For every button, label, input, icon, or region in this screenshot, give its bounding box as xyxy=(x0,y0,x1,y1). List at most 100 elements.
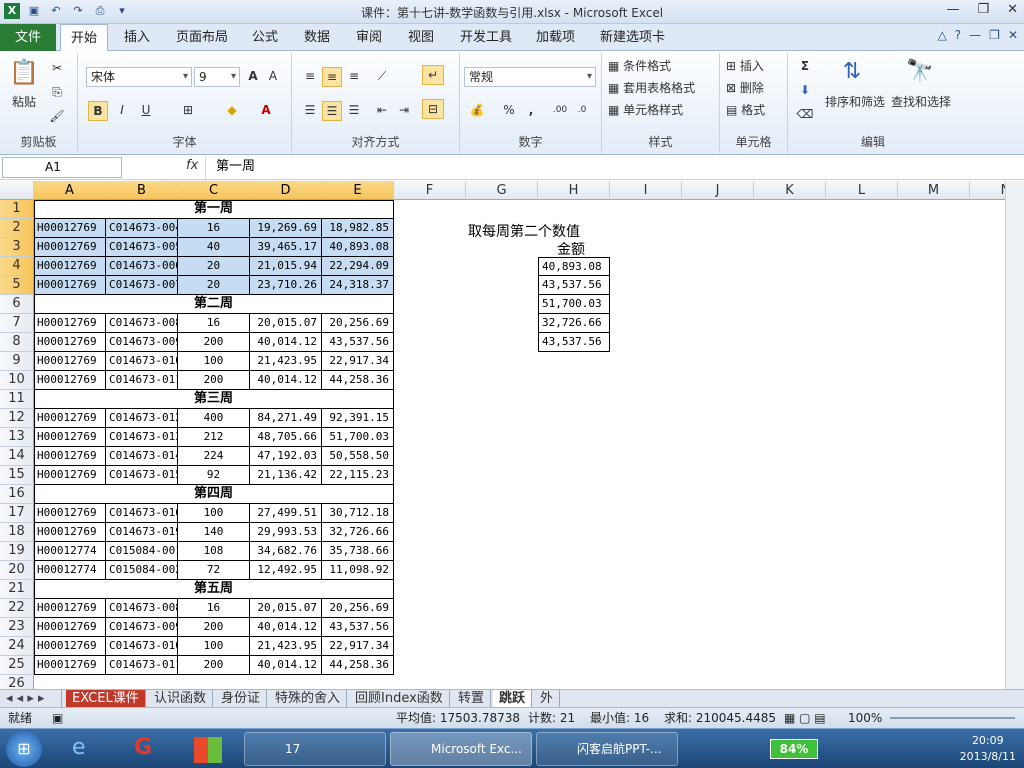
data-cell[interactable]: H00012774 xyxy=(34,542,106,561)
data-cell[interactable]: 100 xyxy=(178,637,250,656)
data-cell[interactable]: 92,391.15 xyxy=(322,409,394,428)
data-cell[interactable]: 20,256.69 xyxy=(322,314,394,333)
data-cell[interactable]: C014673-016 xyxy=(106,504,178,523)
data-cell[interactable]: C014673-015 xyxy=(106,466,178,485)
close-workbook-icon[interactable]: ✕ xyxy=(1008,28,1018,42)
data-cell[interactable]: H00012769 xyxy=(34,333,106,352)
row-header-14[interactable]: 14 xyxy=(0,447,34,466)
col-header-i[interactable]: I xyxy=(610,181,682,200)
data-cell[interactable]: C014673-019 xyxy=(106,523,178,542)
tab-review[interactable]: 审阅 xyxy=(346,24,392,51)
data-cell[interactable]: 21,015.94 xyxy=(250,257,322,276)
data-cell[interactable]: H00012769 xyxy=(34,352,106,371)
data-cell[interactable]: C014673-014 xyxy=(106,447,178,466)
data-cell[interactable]: H00012769 xyxy=(34,656,106,675)
restore-workbook-icon[interactable]: ❐ xyxy=(989,28,1000,42)
delete-cells-button[interactable]: ⊠ 删除 xyxy=(726,79,782,97)
data-cell[interactable]: C014673-009 xyxy=(106,333,178,352)
data-cell[interactable]: 200 xyxy=(178,618,250,637)
row-header-26[interactable]: 26 xyxy=(0,675,34,689)
data-cell[interactable]: H00012769 xyxy=(34,257,106,276)
paste-button[interactable]: 粘贴 xyxy=(6,93,42,111)
data-cell[interactable]: 108 xyxy=(178,542,250,561)
data-cell[interactable]: 24,318.37 xyxy=(322,276,394,295)
data-cell[interactable]: C014673-005 xyxy=(106,238,178,257)
row-header-23[interactable]: 23 xyxy=(0,618,34,637)
currency-icon[interactable]: 💰 xyxy=(466,101,488,119)
row-header-21[interactable]: 21 xyxy=(0,580,34,599)
data-cell[interactable]: 40,014.12 xyxy=(250,618,322,637)
autosum-button[interactable]: Σ xyxy=(794,57,816,75)
data-cell[interactable]: H00012769 xyxy=(34,238,106,257)
taskbar-excel[interactable]: Microsoft Exc... xyxy=(390,732,532,766)
percent-button[interactable]: % xyxy=(500,101,518,119)
restore-icon[interactable]: ❐ xyxy=(977,2,989,17)
sheet-tab[interactable]: 特殊的舍入 xyxy=(269,690,348,708)
italic-button[interactable]: I xyxy=(112,101,132,119)
col-header-d[interactable]: D xyxy=(250,181,322,200)
tab-home[interactable]: 开始 xyxy=(60,24,109,52)
tab-file[interactable]: 文件 xyxy=(0,24,56,51)
font-size-select[interactable]: 9 xyxy=(194,67,240,87)
col-header-n[interactable]: N xyxy=(970,181,1005,200)
row-header-11[interactable]: 11 xyxy=(0,390,34,409)
week-header[interactable]: 第五周 xyxy=(34,580,394,599)
help-icon[interactable]: ? xyxy=(955,28,961,42)
data-cell[interactable]: 212 xyxy=(178,428,250,447)
taskbar-folder[interactable]: 17 xyxy=(244,732,386,766)
week-header[interactable]: 第四周 xyxy=(34,485,394,504)
data-cell[interactable]: 40,893.08 xyxy=(322,238,394,257)
minimize-icon[interactable]: — xyxy=(946,2,959,17)
data-cell[interactable]: C014673-010 xyxy=(106,637,178,656)
data-cell[interactable]: 20 xyxy=(178,276,250,295)
insert-cells-button[interactable]: ⊞ 插入 xyxy=(726,57,782,75)
comma-button[interactable]: , xyxy=(522,101,540,119)
data-cell[interactable]: H00012769 xyxy=(34,371,106,390)
select-all-corner[interactable] xyxy=(0,181,34,200)
sheet-tab[interactable]: 转置 xyxy=(452,690,492,708)
row-header-10[interactable]: 10 xyxy=(0,371,34,390)
font-name-select[interactable]: 宋体 xyxy=(86,67,192,87)
data-cell[interactable]: C014673-012 xyxy=(106,409,178,428)
clear-icon[interactable]: ⌫ xyxy=(794,105,816,123)
start-button-icon[interactable]: ⊞ xyxy=(6,731,42,767)
col-header-c[interactable]: C xyxy=(178,181,250,200)
tab-data[interactable]: 数据 xyxy=(294,24,340,51)
taskbar-ppt[interactable]: 闪客启航PPT-... xyxy=(536,732,678,766)
data-cell[interactable]: 200 xyxy=(178,371,250,390)
row-header-8[interactable]: 8 xyxy=(0,333,34,352)
data-cell[interactable]: 44,258.36 xyxy=(322,371,394,390)
data-cell[interactable]: 22,294.09 xyxy=(322,257,394,276)
amount-cell[interactable]: 32,726.66 xyxy=(538,314,610,333)
data-cell[interactable]: 21,423.95 xyxy=(250,352,322,371)
data-cell[interactable]: 16 xyxy=(178,314,250,333)
worksheet-grid[interactable]: ABCDEFGHIJKLMN12345678910111213141516171… xyxy=(0,181,1005,689)
ie-icon[interactable]: e xyxy=(72,735,86,760)
row-header-4[interactable]: 4 xyxy=(0,257,34,276)
data-cell[interactable]: C014673-013 xyxy=(106,428,178,447)
align-left-icon[interactable]: ☰ xyxy=(300,101,320,119)
data-cell[interactable]: 72 xyxy=(178,561,250,580)
data-cell[interactable]: C014673-011 xyxy=(106,656,178,675)
amount-header[interactable]: 金额 xyxy=(557,239,585,259)
data-cell[interactable]: 92 xyxy=(178,466,250,485)
data-cell[interactable]: 40,014.12 xyxy=(250,333,322,352)
data-cell[interactable]: H00012769 xyxy=(34,504,106,523)
week-header[interactable]: 第三周 xyxy=(34,390,394,409)
data-cell[interactable]: 32,726.66 xyxy=(322,523,394,542)
tab-view[interactable]: 视图 xyxy=(398,24,444,51)
sheet-tab[interactable]: 外 xyxy=(534,690,561,708)
row-header-20[interactable]: 20 xyxy=(0,561,34,580)
data-cell[interactable]: 224 xyxy=(178,447,250,466)
data-cell[interactable]: H00012769 xyxy=(34,276,106,295)
data-cell[interactable]: C014673-004 xyxy=(106,219,178,238)
find-select-icon[interactable]: 🔭 xyxy=(906,59,934,85)
name-box[interactable]: A1 xyxy=(2,157,122,178)
decrease-indent-icon[interactable]: ⇤ xyxy=(372,101,392,119)
data-cell[interactable]: 20,256.69 xyxy=(322,599,394,618)
col-header-l[interactable]: L xyxy=(826,181,898,200)
data-cell[interactable]: 100 xyxy=(178,504,250,523)
grow-font-icon[interactable]: A xyxy=(244,67,262,85)
format-cells-button[interactable]: ▤ 格式 xyxy=(726,101,782,119)
vertical-scrollbar[interactable] xyxy=(1005,181,1024,689)
